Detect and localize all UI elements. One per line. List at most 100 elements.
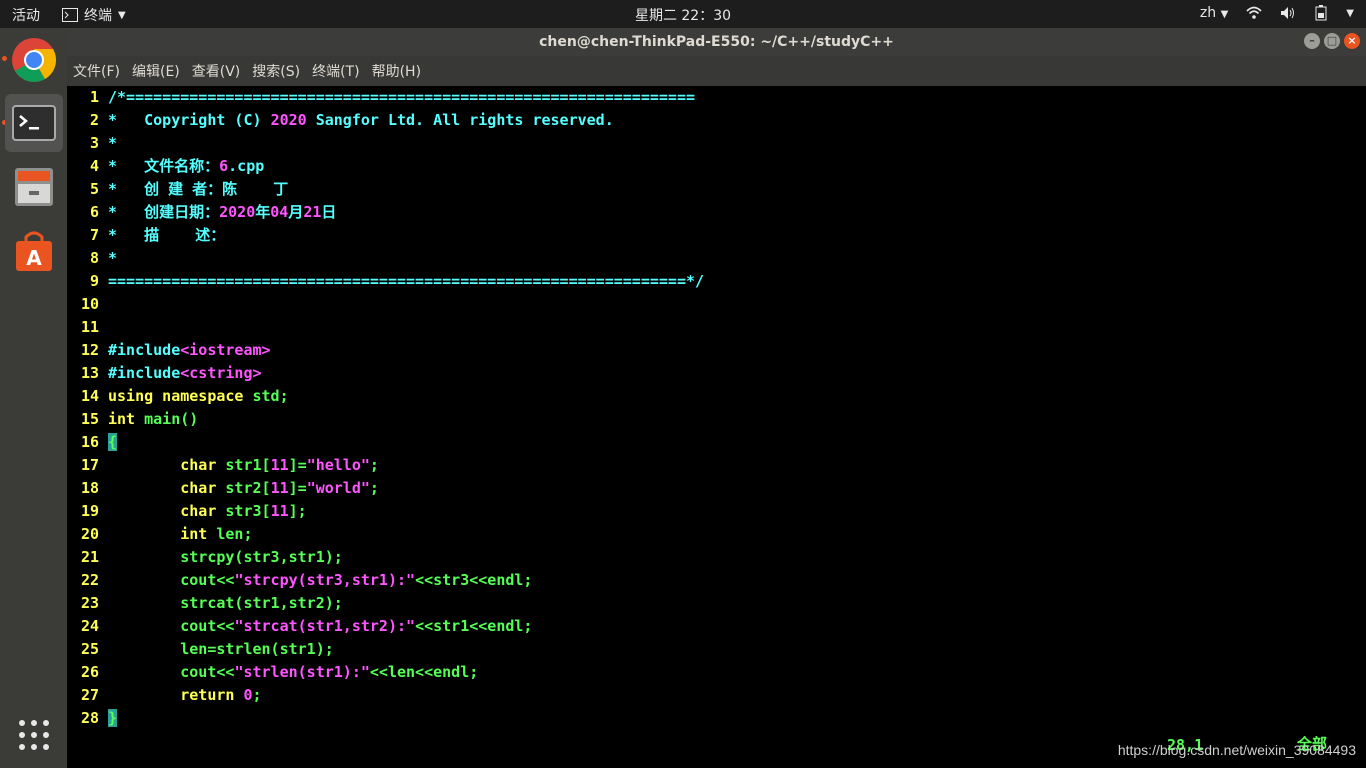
clock[interactable]: 星期二 22：30: [0, 5, 1366, 25]
line-number: 23: [80, 594, 99, 612]
text-cursor: {: [108, 433, 118, 451]
code-text: 6: [219, 157, 229, 175]
code-text: return: [108, 686, 235, 704]
shopping-bag-logo: A: [16, 231, 52, 271]
code-text: strcpy(str3,str1);: [108, 548, 343, 566]
show-applications-icon[interactable]: [5, 706, 63, 764]
code-line: 17 char str1[11]="hello";: [67, 454, 379, 477]
code-text: char: [108, 456, 217, 474]
window-controls: – □ ×: [1304, 33, 1360, 49]
line-number: 24: [80, 617, 99, 635]
code-line: 19 char str3[11];: [67, 500, 307, 523]
menu-file[interactable]: 文件(F): [73, 61, 120, 81]
code-line: 21 strcpy(str3,str1);: [67, 546, 343, 569]
line-number: 9: [89, 272, 99, 290]
code-text: ========================================…: [108, 272, 705, 290]
menu-search[interactable]: 搜索(S): [252, 61, 300, 81]
software-icon[interactable]: A: [5, 222, 63, 280]
line-number: 10: [80, 295, 99, 313]
code-line: 26 cout<<"strlen(str1):"<<len<<endl;: [67, 661, 478, 684]
code-line: 27 return 0;: [67, 684, 262, 707]
line-number: 4: [89, 157, 99, 175]
code-text: ]=: [288, 456, 307, 474]
code-text: * 文件名称：: [108, 157, 220, 175]
window-title: chen@chen-ThinkPad-E550: ~/C++/studyC++: [539, 34, 894, 50]
code-text: "strcat(str1,str2):": [234, 617, 416, 635]
grid-dots-icon: [19, 720, 49, 750]
chevron-down-icon[interactable]: ▼: [1346, 8, 1354, 19]
code-text: 年: [255, 203, 271, 221]
code-text: #include: [108, 364, 181, 382]
code-line: 3 *: [67, 132, 117, 155]
code-line: 23 strcat(str1,str2);: [67, 592, 343, 615]
code-line: 18 char str2[11]="world";: [67, 477, 379, 500]
code-line: 2 * Copyright (C) 2020 Sangfor Ltd. All r…: [67, 109, 614, 132]
chrome-icon[interactable]: [5, 31, 63, 89]
menu-terminal[interactable]: 终端(T): [312, 61, 359, 81]
code-text: "hello": [306, 456, 370, 474]
code-line: 12 #include<iostream>: [67, 339, 271, 362]
line-number: 1: [89, 88, 99, 106]
file-cabinet-logo: [15, 168, 53, 206]
line-number: 26: [80, 663, 99, 681]
code-text: 日: [321, 203, 337, 221]
text-cursor: }: [108, 709, 118, 727]
line-number: 8: [89, 249, 99, 267]
minimize-button[interactable]: –: [1304, 33, 1320, 49]
files-icon[interactable]: [5, 158, 63, 216]
code-text: ]=: [288, 479, 307, 497]
line-number: 5: [89, 180, 99, 198]
wifi-icon[interactable]: [1246, 6, 1262, 20]
code-text: strcat(str1,str2);: [108, 594, 343, 612]
maximize-button[interactable]: □: [1324, 33, 1340, 49]
line-number: 22: [80, 571, 99, 589]
close-button[interactable]: ×: [1344, 33, 1360, 49]
code-text: ];: [288, 502, 307, 520]
code-text: 04: [270, 203, 289, 221]
line-number: 6: [89, 203, 99, 221]
terminal-icon[interactable]: [5, 94, 63, 152]
line-number: 17: [80, 456, 99, 474]
code-text: 0: [243, 686, 253, 704]
code-text: len;: [207, 525, 253, 543]
code-line: 4 * 文件名称：6.cpp: [67, 155, 264, 178]
code-text: * Copyright (C): [108, 111, 271, 129]
line-number: 28: [80, 709, 99, 727]
code-line: 14 using namespace std;: [67, 385, 289, 408]
menu-help[interactable]: 帮助(H): [372, 61, 421, 81]
code-text: len=strlen(str1);: [108, 640, 334, 658]
menu-view[interactable]: 查看(V): [192, 61, 241, 81]
line-number: 21: [80, 548, 99, 566]
line-number: 13: [80, 364, 99, 382]
code-line: 6 * 创建日期：2020年04月21日: [67, 201, 336, 224]
line-number: 25: [80, 640, 99, 658]
window-titlebar[interactable]: chen@chen-ThinkPad-E550: ~/C++/studyC++ …: [67, 28, 1366, 56]
code-line: 1 /*=====================================…: [67, 86, 695, 109]
code-text: cout<<: [108, 663, 235, 681]
code-text: 21: [303, 203, 322, 221]
code-text: <<str1<<endl;: [415, 617, 533, 635]
code-text: str1[: [216, 456, 271, 474]
code-text: cout<<: [108, 571, 235, 589]
code-text: char: [108, 502, 217, 520]
code-text: <<str3<<endl;: [415, 571, 533, 589]
code-line: 22 cout<<"strcpy(str3,str1):"<<str3<<end…: [67, 569, 533, 592]
code-text: 11: [270, 456, 289, 474]
volume-icon[interactable]: [1280, 6, 1296, 20]
language-indicator[interactable]: zh ▼: [1200, 5, 1228, 21]
code-line: 13 #include<cstring>: [67, 362, 262, 385]
menu-bar: 文件(F) 编辑(E) 查看(V) 搜索(S) 终端(T) 帮助(H): [67, 56, 1366, 86]
menu-edit[interactable]: 编辑(E): [132, 61, 180, 81]
code-text: 11: [270, 479, 289, 497]
terminal-logo: [12, 105, 56, 141]
terminal-area[interactable]: 1 /*=====================================…: [67, 86, 1366, 768]
code-line: 5 * 创 建 者：陈 丁: [67, 178, 288, 201]
code-text: main(): [135, 410, 199, 428]
code-text: ;: [252, 686, 262, 704]
code-text: /*======================================…: [108, 88, 695, 106]
battery-icon[interactable]: [1314, 5, 1328, 21]
line-number: 16: [80, 433, 99, 451]
code-line: 9 =======================================…: [67, 270, 704, 293]
code-text: * 创 建 者：陈 丁: [108, 180, 289, 198]
code-text: char: [108, 479, 217, 497]
